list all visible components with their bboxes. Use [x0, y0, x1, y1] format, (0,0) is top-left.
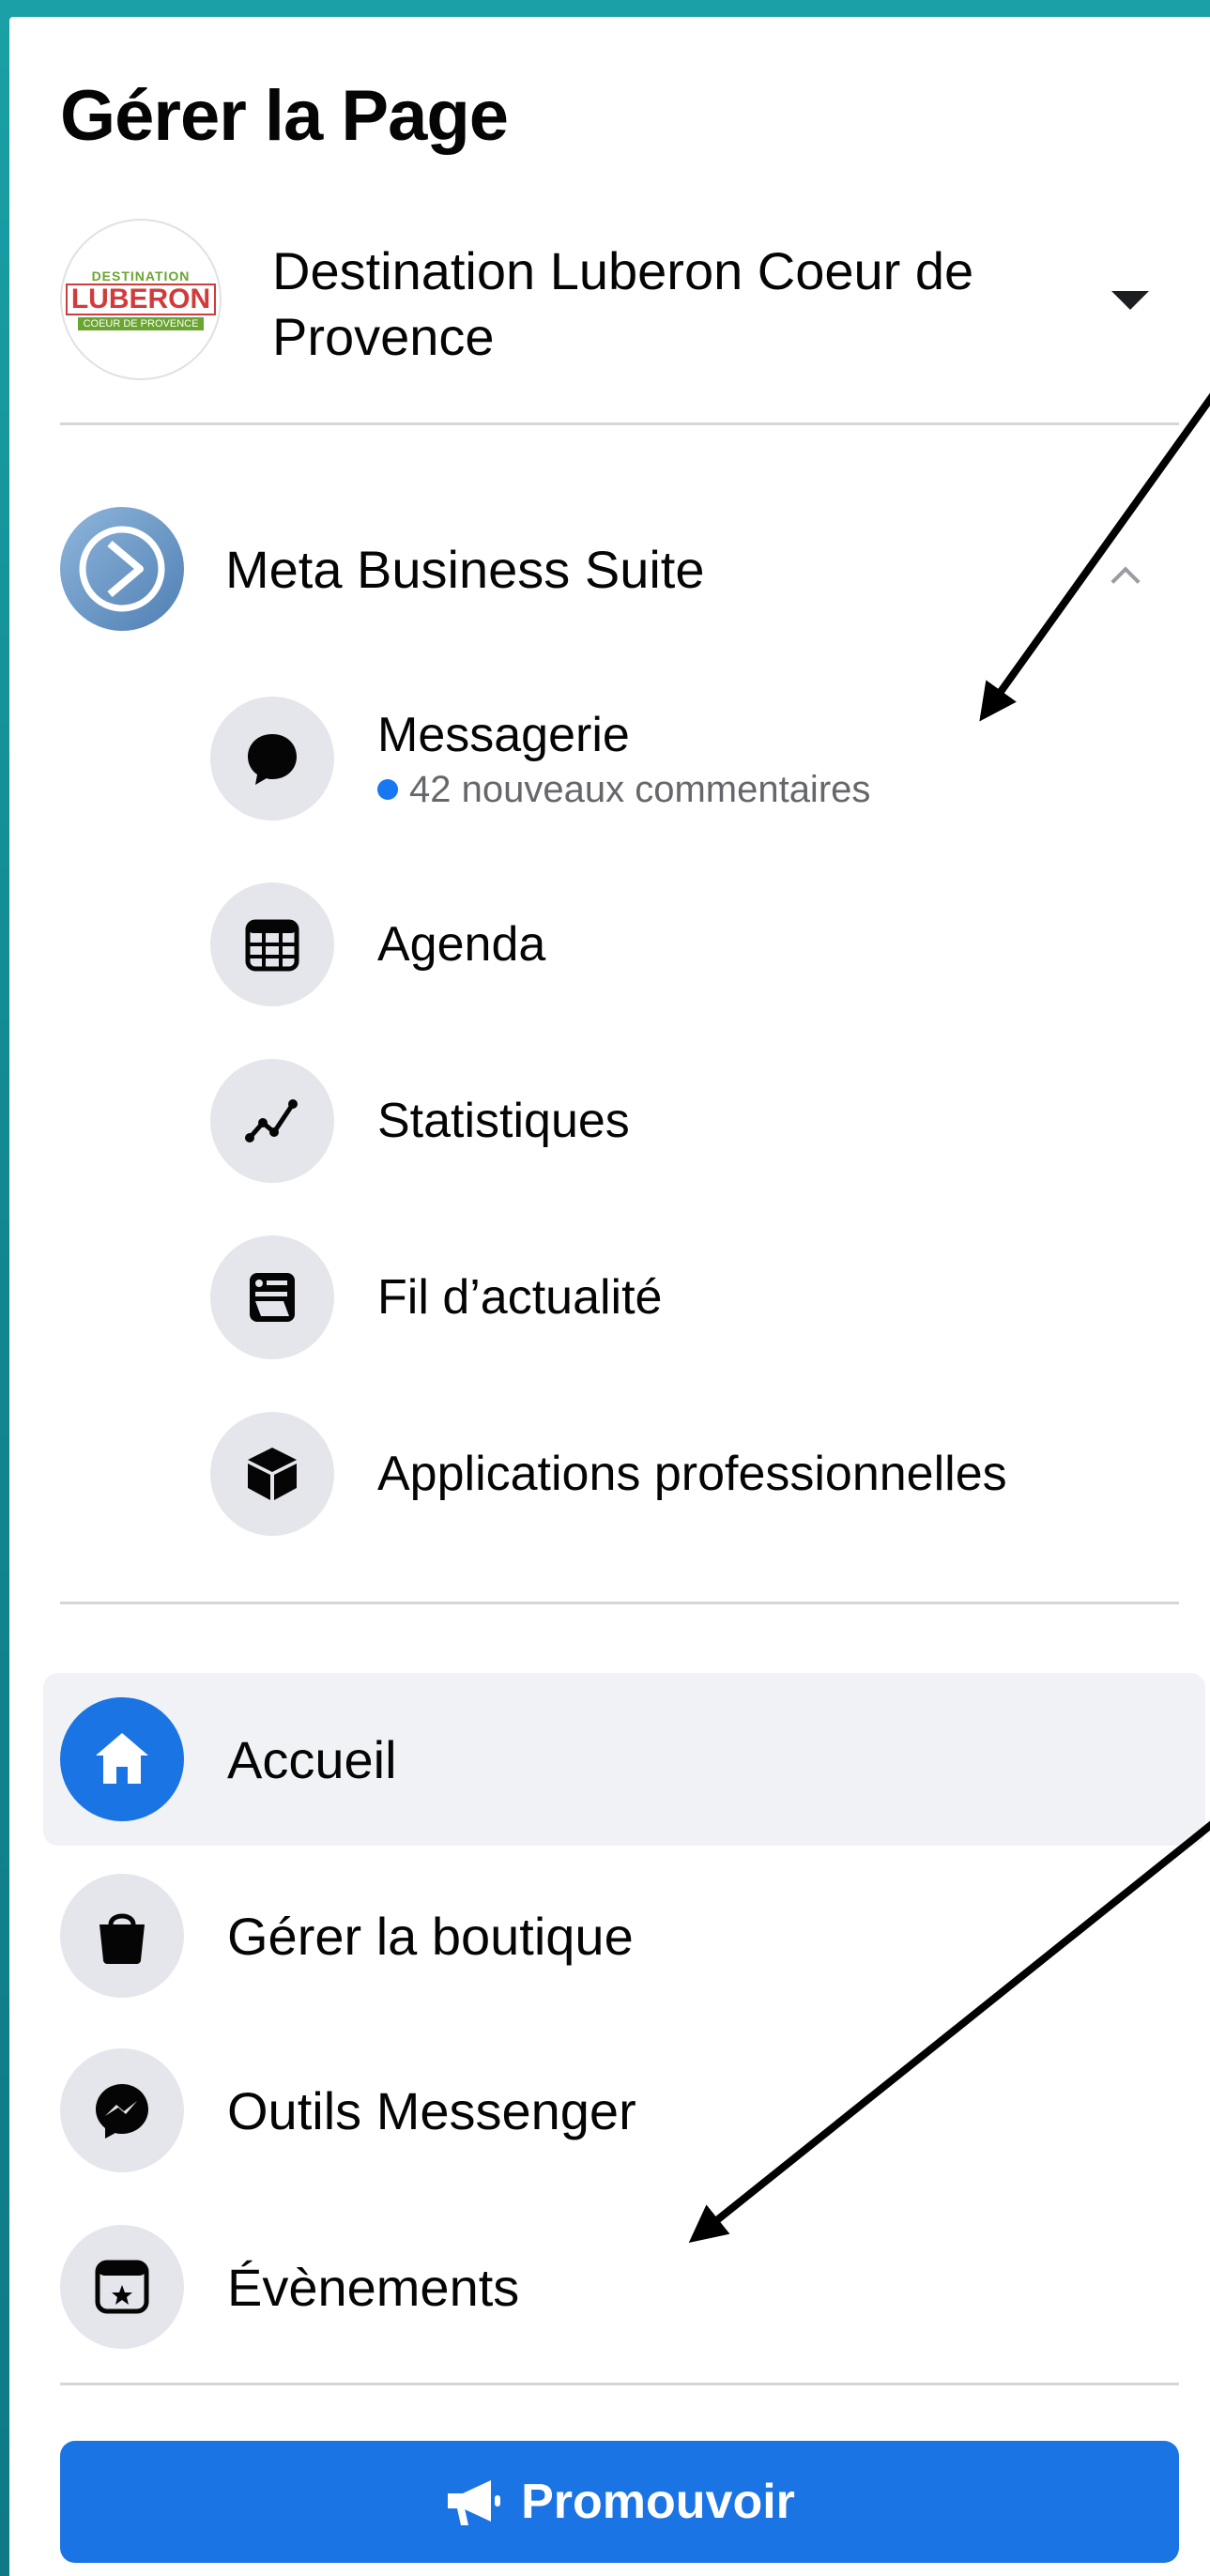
nav-item-label: Accueil [227, 1729, 397, 1789]
meta-business-suite-label: Meta Business Suite [225, 539, 705, 599]
divider [60, 2383, 1179, 2385]
sub-item-label: Fil d’actualité [377, 1270, 663, 1325]
unread-status-text: 42 nouveaux commentaires [409, 768, 871, 810]
messenger-icon [60, 2048, 184, 2172]
calendar-star-icon [60, 2225, 184, 2349]
chat-bubble-icon [210, 697, 334, 820]
news-feed-icon [210, 1235, 334, 1359]
divider [60, 422, 1179, 425]
page-title: Gérer la Page [60, 76, 509, 156]
nav-item-evenements[interactable]: Évènements [60, 2221, 519, 2353]
shopping-bag-icon [60, 1874, 184, 1998]
sub-item-statistiques[interactable]: Statistiques [210, 1055, 630, 1187]
sub-item-applications[interactable]: Applications professionnelles [210, 1408, 1007, 1540]
sub-item-fil-actualite[interactable]: Fil d’actualité [210, 1232, 662, 1363]
promote-label: Promouvoir [521, 2475, 795, 2529]
insights-chart-icon [210, 1059, 334, 1183]
logo-bottom-text: COEUR DE PROVENCE [77, 317, 205, 330]
page-avatar: DESTINATION LUBERON COEUR DE PROVENCE [60, 219, 222, 380]
nav-item-boutique[interactable]: Gérer la boutique [60, 1870, 634, 2001]
sub-item-label: Applications professionnelles [377, 1447, 1007, 1501]
caret-down-icon[interactable] [1111, 291, 1149, 310]
cube-icon [210, 1412, 334, 1536]
sub-item-label: Agenda [377, 917, 546, 972]
sub-item-messagerie[interactable]: Messagerie 42 nouveaux commentaires [210, 693, 870, 824]
megaphone-icon [448, 2480, 501, 2525]
page-name: Destination Luberon Coeur de Provence [272, 241, 974, 366]
logo-main-text: LUBERON [65, 284, 217, 315]
chevron-up-icon[interactable] [1110, 566, 1141, 596]
page-selector[interactable]: DESTINATION LUBERON COEUR DE PROVENCE De… [60, 205, 1187, 392]
logo-top-text: DESTINATION [91, 268, 191, 284]
nav-item-label: Outils Messenger [227, 2080, 636, 2140]
nav-item-accueil[interactable]: Accueil [60, 1694, 397, 1825]
unread-status: 42 nouveaux commentaires [377, 769, 870, 811]
meta-business-suite-item[interactable]: Meta Business Suite [60, 503, 704, 635]
divider [60, 1602, 1179, 1604]
sub-item-agenda[interactable]: Agenda [210, 879, 545, 1010]
nav-item-messenger[interactable]: Outils Messenger [60, 2045, 636, 2176]
nav-item-label: Gérer la boutique [227, 1906, 634, 1966]
meta-business-suite-icon [60, 507, 184, 631]
home-icon [60, 1697, 184, 1821]
nav-item-label: Évènements [227, 2257, 520, 2317]
promote-button[interactable]: Promouvoir [60, 2441, 1179, 2563]
sub-item-label: Statistiques [377, 1094, 630, 1148]
sub-item-label: Messagerie [377, 707, 630, 762]
unread-dot-icon [377, 779, 398, 800]
manage-page-panel: Gérer la Page DESTINATION LUBERON COEUR … [9, 17, 1210, 2576]
calendar-grid-icon [210, 882, 334, 1006]
